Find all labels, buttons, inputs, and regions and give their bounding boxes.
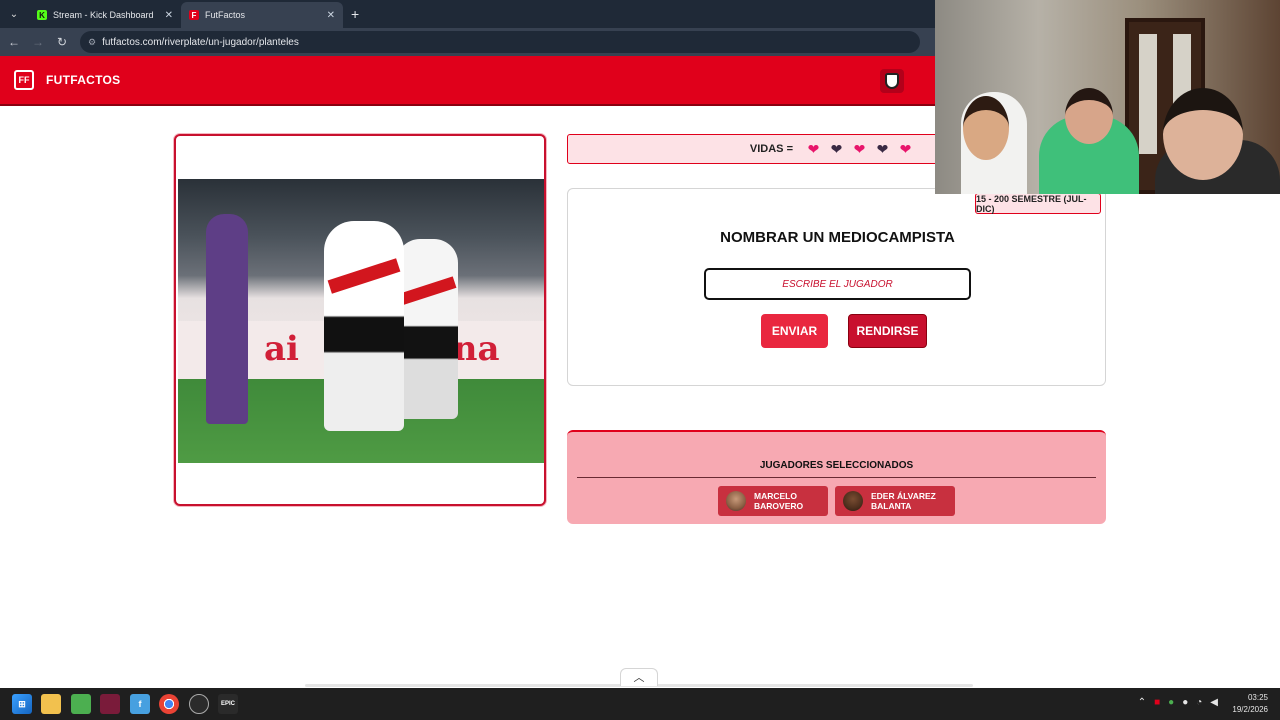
- close-tab-icon[interactable]: ✕: [327, 10, 335, 21]
- question-card: 15 - 200 SEMESTRE (JUL-DIC) NOMBRAR UN M…: [567, 188, 1106, 386]
- futfactos-icon: F: [189, 10, 199, 20]
- file-explorer-icon[interactable]: [41, 694, 61, 714]
- kick-icon: K: [37, 10, 47, 20]
- tab-kick-dashboard[interactable]: K Stream - Kick Dashboard ✕: [29, 2, 181, 28]
- site-info-icon[interactable]: ⚙: [88, 37, 96, 48]
- selected-player-chip[interactable]: MARCELO BAROVERO: [718, 486, 828, 516]
- tray-app-icon[interactable]: ●: [1168, 697, 1174, 708]
- match-photo: ai nna: [178, 179, 544, 463]
- player-name-input[interactable]: [704, 268, 971, 300]
- system-tray: ⌃ ■ ● ● ◔ ◀: [1138, 697, 1218, 708]
- app-icon[interactable]: [100, 694, 120, 714]
- clock[interactable]: 03:25 19/2/2026: [1232, 692, 1268, 716]
- back-icon[interactable]: ←: [4, 35, 24, 49]
- chevron-up-icon[interactable]: ⌃: [1138, 697, 1146, 708]
- address-bar[interactable]: ⚙ futfactos.com/riverplate/un-jugador/pl…: [80, 31, 920, 53]
- taskbar: ⊞ f EPIC ⌃ ■ ● ● ◔ ◀ 03:25 19/2/2026: [0, 688, 1280, 720]
- lives-bar: VIDAS = ❤ ❤ ❤ ❤ ❤: [567, 134, 939, 164]
- webcam-overlay: [935, 0, 1280, 194]
- brand-name[interactable]: FUTFACTOS: [46, 73, 120, 87]
- futfactos-logo[interactable]: FF: [14, 70, 34, 90]
- minecraft-icon[interactable]: [71, 694, 91, 714]
- wifi-icon[interactable]: ◔: [1196, 697, 1202, 708]
- player-avatar: [726, 491, 746, 511]
- heart-icon: ❤: [899, 141, 912, 157]
- url-text: futfactos.com/riverplate/un-jugador/plan…: [102, 36, 299, 48]
- tab-label: FutFactos: [205, 10, 246, 20]
- chevron-up-icon[interactable]: ︿: [620, 668, 658, 686]
- tab-label: Stream - Kick Dashboard: [53, 10, 154, 20]
- chrome-icon[interactable]: [159, 694, 179, 714]
- epic-games-icon[interactable]: EPIC: [218, 694, 238, 714]
- give-up-button[interactable]: RENDIRSE: [848, 314, 927, 348]
- divider: [577, 477, 1096, 478]
- steam-icon[interactable]: [189, 694, 209, 714]
- player-name: EDER ÁLVAREZ BALANTA: [871, 491, 936, 511]
- selected-players-title: JUGADORES SELECCIONADOS: [759, 460, 914, 471]
- f-app-icon[interactable]: f: [130, 694, 150, 714]
- new-tab-icon[interactable]: +: [351, 6, 359, 22]
- send-button[interactable]: ENVIAR: [761, 314, 828, 348]
- clock-time: 03:25: [1247, 693, 1268, 702]
- player-image-panel: ai nna: [174, 134, 546, 506]
- heart-icon: ❤: [853, 141, 866, 157]
- tab-search-icon[interactable]: ⌄: [3, 3, 25, 25]
- heart-icon: ❤: [876, 141, 889, 157]
- club-shield-icon[interactable]: [880, 69, 904, 93]
- clock-date: 19/2/2026: [1232, 705, 1268, 714]
- heart-icon: ❤: [830, 141, 843, 157]
- selected-players-panel: JUGADORES SELECCIONADOS MARCELO BAROVERO…: [567, 430, 1106, 524]
- microphone-icon[interactable]: ●: [1182, 697, 1188, 708]
- close-tab-icon[interactable]: ✕: [165, 10, 173, 21]
- season-badge: 15 - 200 SEMESTRE (JUL-DIC): [975, 193, 1101, 214]
- lives-label: VIDAS =: [749, 143, 793, 155]
- question-title: NOMBRAR UN MEDIOCAMPISTA: [720, 229, 955, 246]
- tray-app-icon[interactable]: ■: [1154, 697, 1160, 708]
- tab-futfactos[interactable]: F FutFactos ✕: [181, 2, 343, 28]
- ad-board-text: ai: [264, 329, 299, 369]
- player-avatar: [843, 491, 863, 511]
- heart-icon: ❤: [807, 141, 820, 157]
- windows-start-icon[interactable]: ⊞: [12, 694, 32, 714]
- player-name: MARCELO BAROVERO: [754, 491, 804, 511]
- volume-icon[interactable]: ◀: [1210, 697, 1218, 708]
- selected-player-chip[interactable]: EDER ÁLVAREZ BALANTA: [835, 486, 955, 516]
- reload-icon[interactable]: ↻: [52, 35, 72, 49]
- forward-icon[interactable]: →: [28, 35, 48, 49]
